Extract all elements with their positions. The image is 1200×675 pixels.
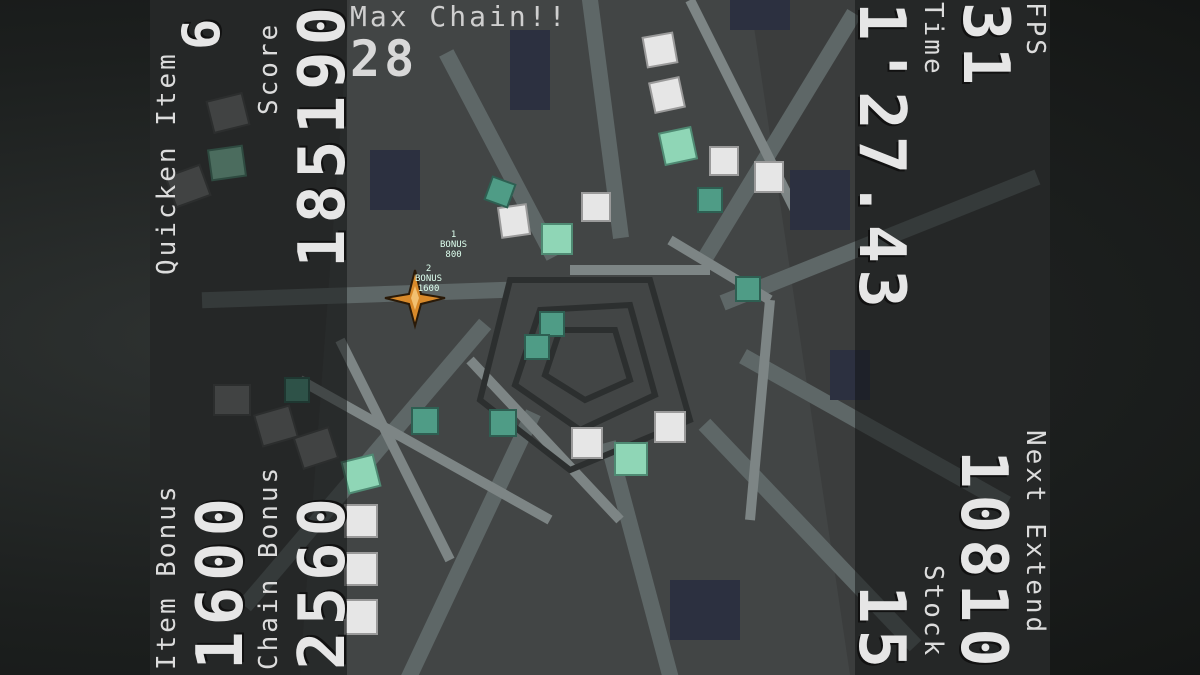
next-extend-label: Next Extend — [1020, 430, 1050, 636]
fps-label: FPS — [1020, 2, 1050, 58]
max-chain-value: 28 — [350, 30, 419, 88]
quicken-item-value: 6 — [172, 12, 232, 50]
bonus-popup-count: 2 — [425, 264, 432, 274]
bonus-popup-value: 1600 — [417, 284, 440, 294]
bonus-popup: 2 BONUS 1600 — [415, 264, 442, 294]
chain-bonus-label: Chain Bonus — [254, 464, 284, 670]
score-value: 185190 — [286, 0, 360, 268]
bonus-popup-label: BONUS — [415, 274, 443, 284]
quicken-item-label: Quicken Item — [152, 51, 182, 275]
time-value: 1'27.43 — [844, 2, 918, 314]
bonus-popup-label: BONUS — [440, 240, 468, 250]
score-label: Score — [254, 21, 284, 115]
item-bonus-label: Item Bonus — [152, 483, 182, 670]
bonus-popup: 1 BONUS 800 — [440, 230, 467, 260]
next-extend-value: 10810 — [946, 450, 1020, 673]
item-bonus-value: 1600 — [184, 491, 258, 670]
time-label: Time — [918, 2, 948, 77]
stock-value: 15 — [844, 585, 918, 675]
stock-label: Stock — [918, 565, 948, 659]
chain-bonus-value: 2560 — [286, 491, 360, 670]
bonus-popup-count: 1 — [450, 230, 457, 240]
fps-value: 31 — [948, 2, 1022, 92]
bonus-popup-value: 800 — [445, 250, 462, 260]
max-chain-label: Max Chain!! — [350, 0, 569, 33]
